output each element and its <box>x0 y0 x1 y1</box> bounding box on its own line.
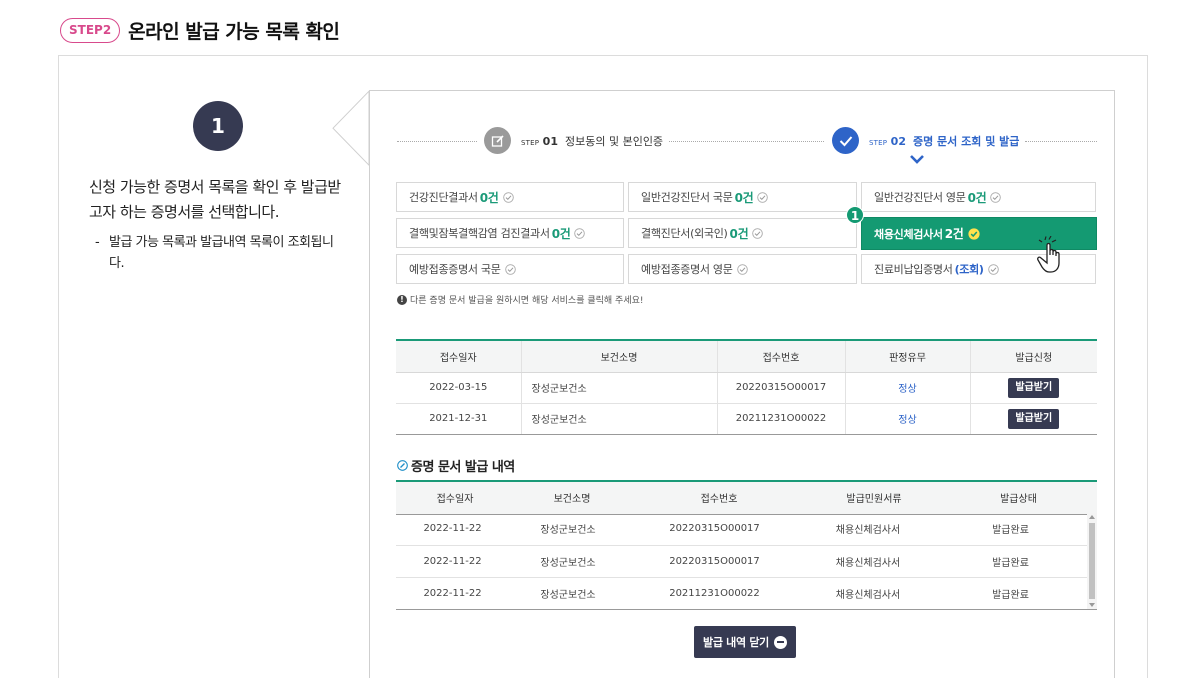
close-history-button[interactable]: 발급 내역 닫기 <box>694 626 796 658</box>
table-row: 2021-12-31 장성군보건소 20211231O00022 정상 발급받기 <box>396 403 1097 435</box>
edit-icon <box>484 127 511 154</box>
check-circle-icon <box>832 127 859 154</box>
table-row: 2022-11-22 장성군보건소 20220315O00017 채용신체검사서… <box>396 545 1087 578</box>
page-title: 온라인 발급 가능 목록 확인 <box>128 21 340 43</box>
check-icon <box>990 191 1002 203</box>
progress-step-2: STEP 02 증명 문서 조회 및 발급 <box>832 127 1019 154</box>
col-header: 접수번호 <box>630 480 808 515</box>
scroll-thumb[interactable] <box>1089 523 1095 599</box>
minus-circle-icon <box>773 635 787 649</box>
info-icon: ! <box>397 294 407 305</box>
table-row: 2022-11-22 장성군보건소 20220315O00017 채용신체검사서… <box>396 513 1087 546</box>
progress-line <box>397 141 477 142</box>
col-header: 발급민원서류 <box>808 480 940 515</box>
check-circle-filled-icon <box>967 227 980 240</box>
history-section-title: 증명 문서 발급 내역 <box>397 456 515 475</box>
issue-button[interactable]: 발급받기 <box>1008 377 1060 398</box>
progress-step-2-label: STEP 02 증명 문서 조회 및 발급 <box>869 134 1020 148</box>
step-badge: STEP2 <box>60 18 121 43</box>
step-number-badge: 1 <box>193 101 243 151</box>
cert-health-result[interactable]: 건강진단결과서 0건 <box>396 182 624 212</box>
history-scrollbar[interactable] <box>1087 513 1097 609</box>
check-icon <box>502 191 514 203</box>
check-icon <box>504 263 516 275</box>
scroll-up-icon[interactable] <box>1089 515 1095 519</box>
col-header: 보건소명 <box>514 480 630 515</box>
speech-pointer-icon <box>332 90 370 167</box>
cert-general-eng[interactable]: 일반건강진단서 영문 0건 <box>861 182 1096 212</box>
col-header: 접수번호 <box>716 339 845 373</box>
cert-vaccination-kor[interactable]: 예방접종증명서 국문 <box>396 254 624 284</box>
edit-circle-icon <box>397 460 408 471</box>
col-header: 판정유무 <box>844 339 970 373</box>
check-icon <box>574 227 586 239</box>
available-table: 접수일자 보건소명 접수번호 판정유무 발급신청 2022-03-15 장성군보… <box>396 339 1097 435</box>
col-header: 접수일자 <box>396 339 521 373</box>
notice: ! 다른 증명 문서 발급을 원하시면 해당 서비스를 클릭해 주세요! <box>397 293 644 306</box>
progress-step-1: STEP 01 정보동의 및 본인인증 <box>484 127 663 154</box>
sub-text: 발급 가능 목록과 발급내역 목록이 조회됩니다. <box>109 235 334 271</box>
col-header: 접수일자 <box>396 480 514 515</box>
col-header: 발급상태 <box>940 480 1097 515</box>
step-sub-description: - 발급 가능 목록과 발급내역 목록이 조회됩니다. <box>95 232 335 274</box>
col-header: 보건소명 <box>520 339 717 373</box>
cert-vaccination-eng[interactable]: 예방접종증명서 영문 <box>628 254 857 284</box>
scroll-down-icon[interactable] <box>1089 603 1095 607</box>
progress-line <box>1025 141 1097 142</box>
selected-marker-badge: 1 <box>846 206 864 224</box>
step-description: 신청 가능한 증명서 목록을 확인 후 발급받고자 하는 증명서를 선택합니다. <box>89 178 341 221</box>
progress-line <box>669 141 824 142</box>
page-header: STEP2 온라인 발급 가능 목록 확인 <box>60 17 340 44</box>
col-header: 발급신청 <box>969 339 1097 373</box>
table-row: 2022-03-15 장성군보건소 20220315O00017 정상 발급받기 <box>396 372 1097 404</box>
progress-steps: STEP 01 정보동의 및 본인인증 STEP 02 증명 문서 조회 및 발… <box>397 127 1097 167</box>
check-icon <box>736 263 748 275</box>
hand-cursor-icon <box>1037 236 1060 273</box>
notice-text: 다른 증명 문서 발급을 원하시면 해당 서비스를 클릭해 주세요! <box>410 296 644 306</box>
check-icon <box>757 191 769 203</box>
chevron-down-icon <box>910 155 924 164</box>
history-table-body[interactable]: 2022-11-22 장성군보건소 20220315O00017 채용신체검사서… <box>396 513 1097 610</box>
table-row: 2022-11-22 장성군보건소 20211231O00022 채용신체검사서… <box>396 577 1087 609</box>
cert-tuberculosis-foreigner[interactable]: 결핵진단서(외국인) 0건 <box>628 218 857 248</box>
check-icon <box>752 227 764 239</box>
cert-tuberculosis-screening[interactable]: 결핵및잠복결핵감염 검진결과서 0건 <box>396 218 624 248</box>
progress-step-1-label: STEP 01 정보동의 및 본인인증 <box>521 134 664 148</box>
history-table: 2022-11-22 장성군보건소 20220315O00017 채용신체검사서… <box>396 513 1087 609</box>
cert-general-kor[interactable]: 일반건강진단서 국문 0건 <box>628 182 857 212</box>
sub-dash: - <box>95 235 100 250</box>
history-table-header: 접수일자 보건소명 접수번호 발급민원서류 발급상태 <box>396 480 1097 515</box>
issue-button[interactable]: 발급받기 <box>1008 408 1060 429</box>
check-icon <box>987 263 999 275</box>
